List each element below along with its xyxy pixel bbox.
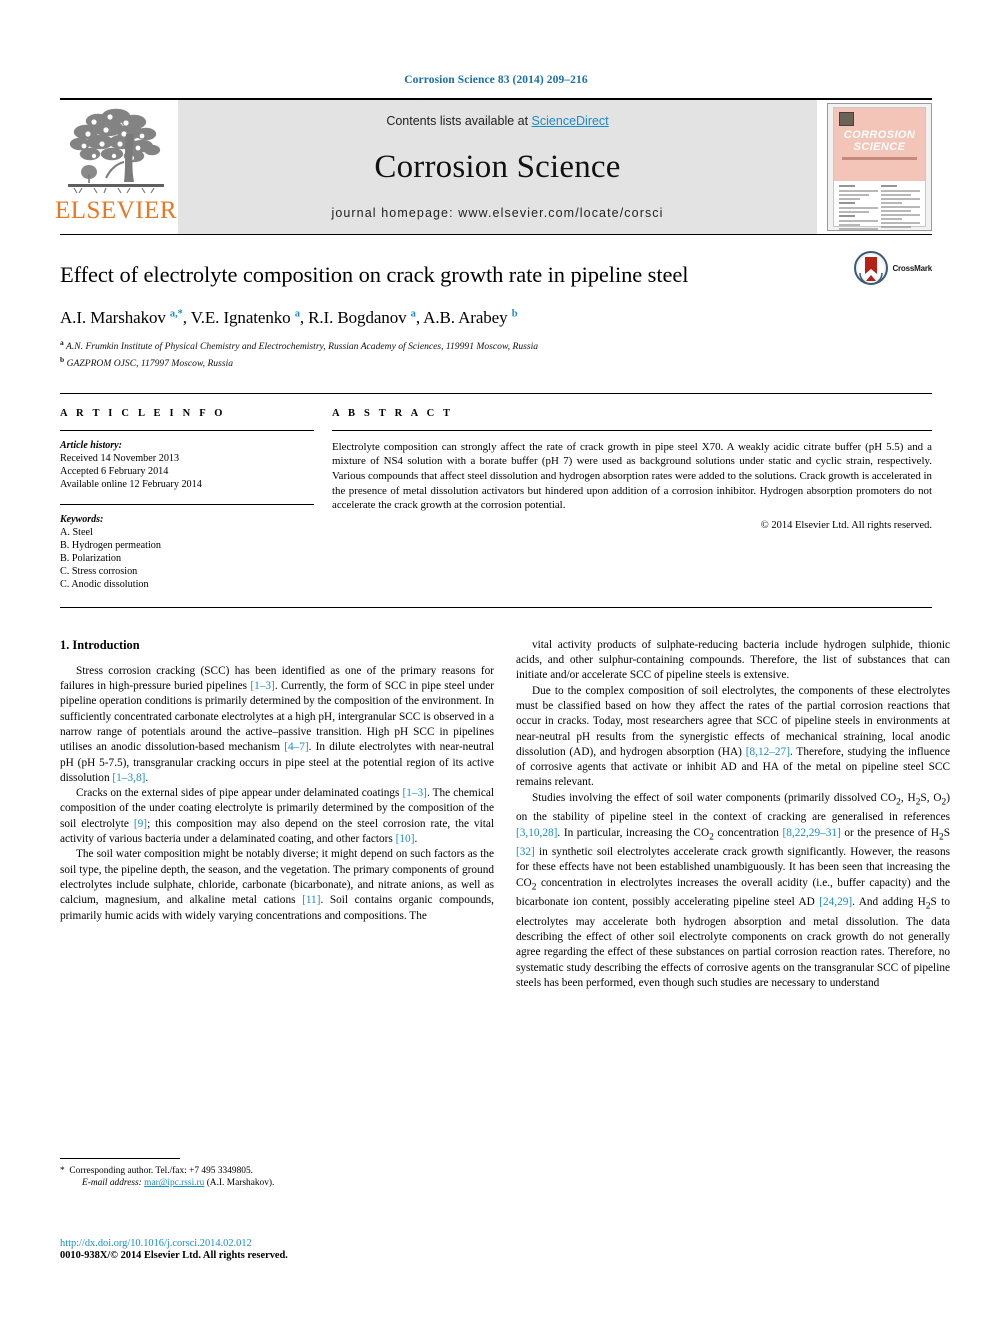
article-header: CrossMark Effect of electrolyte composit…: [60, 234, 932, 371]
keywords-label: Keywords:: [60, 513, 104, 525]
crossmark-badge[interactable]: CrossMark: [854, 251, 932, 285]
corresponding-author-footnote: * Corresponding author. Tel./fax: +7 495…: [60, 1158, 494, 1190]
paragraph: vital activity products of sulphate-redu…: [516, 638, 950, 682]
corresponding-author-line: * Corresponding author. Tel./fax: +7 495…: [60, 1165, 494, 1177]
paragraph: Due to the complex composition of soil e…: [516, 684, 950, 789]
elsevier-wordmark: ELSEVIER: [54, 197, 178, 224]
email-line: E-mail address: mar@ipc.rssi.ru (A.I. Ma…: [60, 1177, 494, 1189]
contents-prefix: Contents lists available at: [386, 114, 532, 128]
keyword-item: B. Polarization: [60, 552, 122, 564]
author-list: A.I. Marshakov a,*, V.E. Ignatenko a, R.…: [60, 308, 518, 328]
paragraph: Studies involving the effect of soil wat…: [516, 791, 951, 990]
abstract-copyright: © 2014 Elsevier Ltd. All rights reserved…: [760, 519, 932, 531]
article-history-label: Article history:: [60, 439, 122, 451]
abstract-column: A B S T R A C T Electrolyte composition …: [332, 408, 932, 591]
journal-cover-thumbnail: CORROSION SCIENCE: [827, 103, 932, 231]
abstract-heading: A B S T R A C T: [332, 407, 454, 419]
affiliation-a: a A.N. Frumkin Institute of Physical Che…: [60, 338, 539, 353]
article-info-heading: A R T I C L E I N F O: [60, 407, 226, 419]
available-online-date: Available online 12 February 2014: [60, 478, 202, 490]
affiliation-b-text: GAZPROM OJSC, 117997 Moscow, Russia: [66, 358, 234, 370]
running-head: Corrosion Science 83 (2014) 209–216: [404, 74, 588, 86]
cover-title-line1: CORROSION: [843, 129, 916, 141]
received-date: Received 14 November 2013: [60, 452, 180, 464]
paragraph: Stress corrosion cracking (SCC) has been…: [60, 664, 494, 784]
accepted-date: Accepted 6 February 2014: [60, 465, 169, 477]
body-columns: 1. Introduction Stress corrosion crackin…: [60, 638, 950, 992]
journal-banner: Contents lists available at ScienceDirec…: [178, 100, 817, 234]
info-abstract-band: A R T I C L E I N F O Article history: R…: [60, 392, 932, 608]
affiliation-b: b GAZPROM OJSC, 117997 Moscow, Russia: [60, 355, 234, 370]
asterisk-marker: *: [60, 1166, 65, 1176]
keyword-item: B. Hydrogen permeation: [60, 539, 161, 551]
body-column-right: vital activity products of sulphate-redu…: [516, 638, 950, 992]
page-title: Effect of electrolyte composition on cra…: [60, 262, 689, 287]
footer-imprint: http://dx.doi.org/10.1016/j.corsci.2014.…: [60, 1238, 500, 1261]
crossmark-icon: [854, 251, 889, 285]
affiliation-a-text: A.N. Frumkin Institute of Physical Chemi…: [65, 341, 539, 353]
journal-masthead: ELSEVIER Contents lists available at Sci…: [55, 98, 932, 234]
email-link[interactable]: mar@ipc.rssi.ru: [144, 1178, 204, 1188]
paragraph: Cracks on the external sides of pipe app…: [60, 787, 495, 846]
issn-copyright-line: 0010-938X/© 2014 Elsevier Ltd. All right…: [60, 1250, 288, 1261]
elsevier-tree-icon: [68, 108, 164, 194]
journal-title: Corrosion Science: [374, 148, 621, 185]
section-heading-introduction: 1. Introduction: [60, 637, 140, 652]
keyword-item: A. Steel: [60, 526, 93, 538]
email-label: E-mail address:: [82, 1178, 142, 1189]
keyword-item: C. Anodic dissolution: [60, 578, 149, 590]
body-column-left: 1. Introduction Stress corrosion crackin…: [60, 638, 494, 992]
paper-page: Corrosion Science 83 (2014) 209–216 ELSE…: [0, 0, 992, 1323]
sciencedirect-link[interactable]: ScienceDirect: [532, 114, 609, 128]
email-suffix: (A.I. Marshakov).: [206, 1178, 275, 1189]
elsevier-logo: ELSEVIER: [55, 100, 177, 234]
paragraph: The soil water composition might be nota…: [60, 848, 495, 922]
keyword-item: C. Stress corrosion: [60, 565, 138, 577]
cover-title-line2: SCIENCE: [853, 141, 906, 153]
abstract-text: Electrolyte composition can strongly aff…: [332, 440, 932, 512]
contents-lists-line: Contents lists available at ScienceDirec…: [178, 114, 817, 128]
corresponding-author-text: Corresponding author. Tel./fax: +7 495 3…: [69, 1166, 253, 1176]
crossmark-label: CrossMark: [892, 263, 932, 273]
cover-photo-icon: [839, 112, 854, 126]
article-info-column: A R T I C L E I N F O Article history: R…: [60, 408, 332, 591]
journal-homepage[interactable]: journal homepage: www.elsevier.com/locat…: [178, 206, 817, 220]
doi-link[interactable]: http://dx.doi.org/10.1016/j.corsci.2014.…: [60, 1238, 500, 1249]
